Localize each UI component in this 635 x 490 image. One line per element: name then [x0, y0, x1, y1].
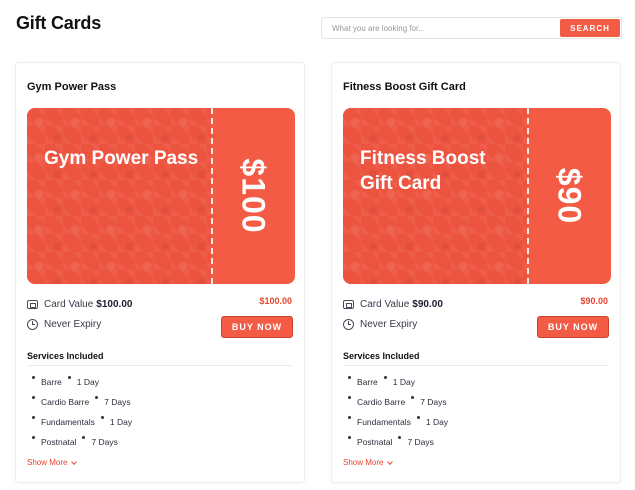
gift-card-image[interactable]: Gym Power Pass $100: [27, 108, 295, 284]
perforation-divider: [211, 108, 213, 284]
bullet-icon: [67, 376, 71, 379]
show-more-link[interactable]: Show More: [343, 458, 394, 467]
service-name: Barre: [357, 377, 378, 387]
service-name: Fundamentals: [357, 417, 411, 427]
bullet-icon: [348, 436, 351, 439]
clock-icon: [343, 318, 354, 330]
search-bar: SEARCH: [321, 17, 622, 39]
perforation-divider: [527, 108, 529, 284]
buy-now-button[interactable]: BUY NOW: [221, 316, 293, 338]
expiry-row: Never Expiry: [27, 317, 101, 331]
gift-card-item: Gym Power Pass Gym Power Pass $100 Card …: [15, 62, 305, 483]
bullet-icon: [32, 416, 35, 419]
gift-card-item: Fitness Boost Gift Card Fitness Boost Gi…: [331, 62, 621, 483]
gift-card-amount: $90: [551, 167, 588, 225]
bullet-icon: [82, 436, 86, 439]
bullet-icon: [95, 396, 99, 399]
services-title: Services Included: [343, 351, 420, 361]
card-value-row: Card Value $100.00: [27, 297, 132, 311]
price: $100.00: [259, 296, 292, 306]
bullet-icon: [383, 376, 387, 379]
bullet-icon: [416, 416, 420, 419]
service-name: Cardio Barre: [357, 397, 406, 407]
price: $90.00: [580, 296, 608, 306]
gift-card-name: Gym Power Pass: [44, 148, 199, 169]
list-item: Barre 1 Day: [348, 375, 448, 395]
bullet-icon: [398, 436, 402, 439]
service-name: Postnatal: [41, 437, 77, 447]
list-item: Cardio Barre 7 Days: [348, 395, 448, 415]
bullet-icon: [32, 436, 35, 439]
list-item: Cardio Barre 7 Days: [32, 395, 132, 415]
chevron-down-icon: [387, 458, 394, 465]
buy-now-button[interactable]: BUY NOW: [537, 316, 609, 338]
search-input[interactable]: [322, 18, 558, 38]
service-duration: 7 Days: [407, 437, 434, 447]
gift-card-amount: $100: [235, 158, 272, 234]
card-value: $100.00: [96, 298, 133, 310]
gift-card-image[interactable]: Fitness Boost Gift Card $90: [343, 108, 611, 284]
gift-card-pattern: [27, 108, 211, 284]
bullet-icon: [32, 396, 35, 399]
list-item: Barre 1 Day: [32, 375, 132, 395]
list-item: Postnatal 7 Days: [348, 435, 448, 455]
expiry-row: Never Expiry: [343, 317, 417, 331]
service-duration: 1 Day: [76, 377, 100, 387]
card-icon: [27, 299, 38, 309]
service-duration: 7 Days: [420, 397, 447, 407]
service-name: Postnatal: [357, 437, 393, 447]
list-item: Fundamentals 1 Day: [32, 415, 132, 435]
service-duration: 1 Day: [392, 377, 416, 387]
chevron-down-icon: [71, 458, 78, 465]
list-item: Fundamentals 1 Day: [348, 415, 448, 435]
divider: [343, 365, 608, 366]
list-item: Postnatal 7 Days: [32, 435, 132, 455]
bullet-icon: [348, 396, 351, 399]
service-duration: 1 Day: [425, 417, 449, 427]
card-value: $90.00: [412, 298, 443, 310]
card-icon: [343, 299, 354, 309]
service-duration: 7 Days: [104, 397, 131, 407]
service-duration: 7 Days: [91, 437, 118, 447]
service-name: Fundamentals: [41, 417, 95, 427]
service-name: Barre: [41, 377, 62, 387]
page-title: Gift Cards: [16, 13, 102, 33]
clock-icon: [27, 318, 38, 330]
card-value-row: Card Value $90.00: [343, 297, 443, 311]
service-duration: 1 Day: [109, 417, 133, 427]
services-list: Barre 1 Day Cardio Barre 7 Days Fundamenta…: [348, 375, 448, 455]
gift-card-pattern: [343, 108, 527, 284]
divider: [27, 365, 292, 366]
bullet-icon: [32, 376, 35, 379]
card-title: Gym Power Pass: [27, 81, 117, 93]
card-value-label: Card Value: [360, 298, 410, 310]
bullet-icon: [348, 376, 351, 379]
bullet-icon: [100, 416, 104, 419]
show-more-link[interactable]: Show More: [27, 458, 78, 467]
bullet-icon: [348, 416, 351, 419]
show-more-label: Show More: [27, 458, 68, 467]
card-value-label: Card Value: [44, 298, 94, 310]
search-button[interactable]: SEARCH: [560, 19, 620, 37]
services-list: Barre 1 Day Cardio Barre 7 Days Fundamenta…: [32, 375, 132, 455]
service-name: Cardio Barre: [41, 397, 90, 407]
expiry-text: Never Expiry: [44, 318, 102, 330]
card-title: Fitness Boost Gift Card: [343, 81, 466, 93]
gift-card-name: Fitness Boost Gift Card: [360, 148, 486, 194]
expiry-text: Never Expiry: [360, 318, 418, 330]
show-more-label: Show More: [343, 458, 384, 467]
bullet-icon: [411, 396, 415, 399]
services-title: Services Included: [27, 351, 104, 361]
